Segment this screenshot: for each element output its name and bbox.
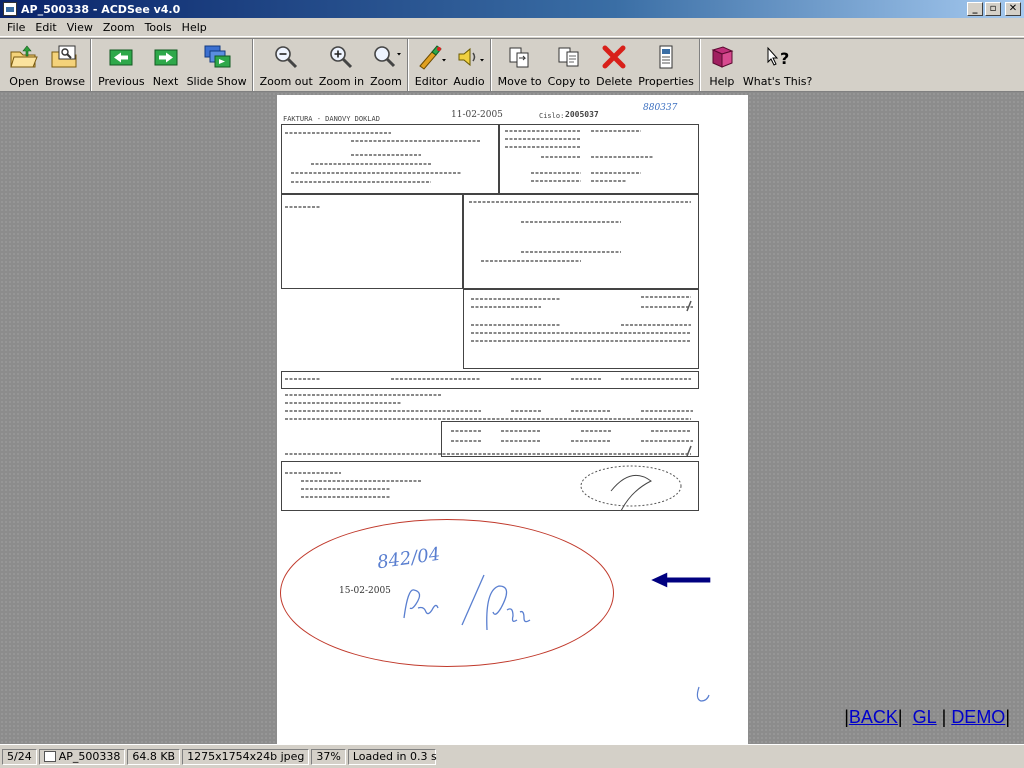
slide-show-label: Slide Show (186, 75, 247, 88)
next-arrow-icon (151, 43, 181, 71)
delete-label: Delete (596, 75, 633, 88)
properties-icon (651, 43, 681, 71)
file-name-cell: AP_500338 (38, 748, 126, 765)
toolbar: Open Browse Previous Next Slide Show Zoo… (0, 38, 1024, 92)
demo-link[interactable]: DEMO (951, 707, 1005, 727)
toolbar-group-help: Help ? What's This? (702, 39, 817, 91)
menu-help[interactable]: Help (177, 21, 212, 34)
window-controls: _ ▫ ✕ (967, 2, 1021, 16)
browse-label: Browse (45, 75, 86, 88)
invoice-document: FAKTURA - DANOVY DOKLAD 11-02-2005 Cislo… (281, 104, 705, 511)
image-index: 5/24 (2, 748, 37, 765)
editor-button[interactable]: Editor (412, 39, 451, 91)
title-bar: AP_500338 - ACDSee v4.0 _ ▫ ✕ (0, 0, 1024, 18)
previous-arrow-icon (106, 43, 136, 71)
menu-tools[interactable]: Tools (140, 21, 177, 34)
open-button[interactable]: Open (6, 39, 42, 91)
help-button[interactable]: Help (704, 39, 740, 91)
image-viewer[interactable]: FAKTURA - DANOVY DOKLAD 11-02-2005 Cislo… (0, 92, 1024, 744)
copy-to-label: Copy to (547, 75, 591, 88)
menu-zoom[interactable]: Zoom (98, 21, 140, 34)
signature-scribble (403, 574, 531, 631)
toolbar-group-file: Open Browse (4, 39, 92, 91)
move-to-icon (505, 43, 535, 71)
toolbar-group-navigation: Previous Next Slide Show (93, 39, 253, 91)
zoom-label: Zoom (370, 75, 402, 88)
next-button[interactable]: Next (148, 39, 184, 91)
status-bar: 5/24 AP_500338 64.8 KB 1275x1754x24b jpe… (0, 744, 1024, 768)
zoom-out-button[interactable]: Zoom out (257, 39, 316, 91)
audio-button[interactable]: Audio (450, 39, 487, 91)
zoom-out-label: Zoom out (259, 75, 313, 88)
open-folder-icon (9, 43, 39, 71)
toolbar-group-zoom: Zoom out Zoom in Zoom (255, 39, 408, 91)
restore-button[interactable]: ▫ (985, 2, 1001, 16)
zoom-in-label: Zoom in (318, 75, 365, 88)
properties-label: Properties (638, 75, 694, 88)
zoom-in-icon (326, 43, 356, 71)
menu-view[interactable]: View (62, 21, 98, 34)
help-book-icon (707, 43, 737, 71)
window-title: AP_500338 - ACDSee v4.0 (21, 2, 181, 16)
editor-brush-icon (416, 43, 447, 71)
gl-link[interactable]: GL (913, 707, 937, 727)
zoom-magnifier-icon (371, 43, 401, 71)
help-label: Help (709, 75, 735, 88)
received-date-stamp: 15-02-2005 (339, 586, 391, 596)
previous-button[interactable]: Previous (95, 39, 148, 91)
next-label: Next (152, 75, 179, 88)
slide-show-button[interactable]: Slide Show (184, 39, 250, 91)
toolbar-group-file-ops: Move to Copy to Delete Properties (493, 39, 700, 91)
properties-button[interactable]: Properties (635, 39, 697, 91)
minimize-button[interactable]: _ (967, 2, 983, 16)
previous-label: Previous (98, 75, 145, 88)
page-corner-mark (696, 686, 710, 702)
navigation-links: |BACK| GL | DEMO| (844, 707, 1010, 727)
browse-button[interactable]: Browse (42, 39, 88, 91)
whats-this-button[interactable]: ? What's This? (740, 39, 815, 91)
editor-label: Editor (414, 75, 448, 88)
file-name: AP_500338 (58, 750, 121, 763)
toolbar-group-tools: Editor Audio (410, 39, 491, 91)
file-size: 64.8 KB (127, 748, 181, 765)
menu-file[interactable]: File (2, 21, 30, 34)
scanned-invoice-image: FAKTURA - DANOVY DOKLAD 11-02-2005 Cislo… (277, 95, 748, 744)
whats-this-pointer-icon: ? (763, 43, 793, 71)
zoom-out-icon (271, 43, 301, 71)
delete-button[interactable]: Delete (593, 39, 635, 91)
delete-x-icon (599, 43, 629, 71)
close-button[interactable]: ✕ (1005, 2, 1021, 16)
back-link[interactable]: BACK (849, 707, 898, 727)
slide-show-icon (202, 43, 232, 71)
image-file-icon (43, 751, 56, 762)
browse-icon (50, 43, 80, 71)
audio-speaker-icon (454, 43, 484, 71)
svg-text:?: ? (780, 49, 789, 68)
move-to-label: Move to (497, 75, 542, 88)
scanned-text-lines (285, 130, 693, 511)
zoom-level: 37% (311, 748, 346, 765)
copy-to-icon (554, 43, 584, 71)
load-time: Loaded in 0.3 s (347, 748, 437, 765)
acdsee-app-icon (3, 2, 17, 16)
whats-this-label: What's This? (742, 75, 813, 88)
pointer-arrow (651, 572, 711, 588)
copy-to-button[interactable]: Copy to (545, 39, 593, 91)
audio-label: Audio (453, 75, 485, 88)
zoom-in-button[interactable]: Zoom in (316, 39, 367, 91)
move-to-button[interactable]: Move to (495, 39, 545, 91)
image-dimensions: 1275x1754x24b jpeg (182, 748, 310, 765)
zoom-button[interactable]: Zoom (367, 39, 405, 91)
open-label: Open (9, 75, 39, 88)
menu-edit[interactable]: Edit (30, 21, 61, 34)
menu-bar: File Edit View Zoom Tools Help (0, 18, 1024, 37)
